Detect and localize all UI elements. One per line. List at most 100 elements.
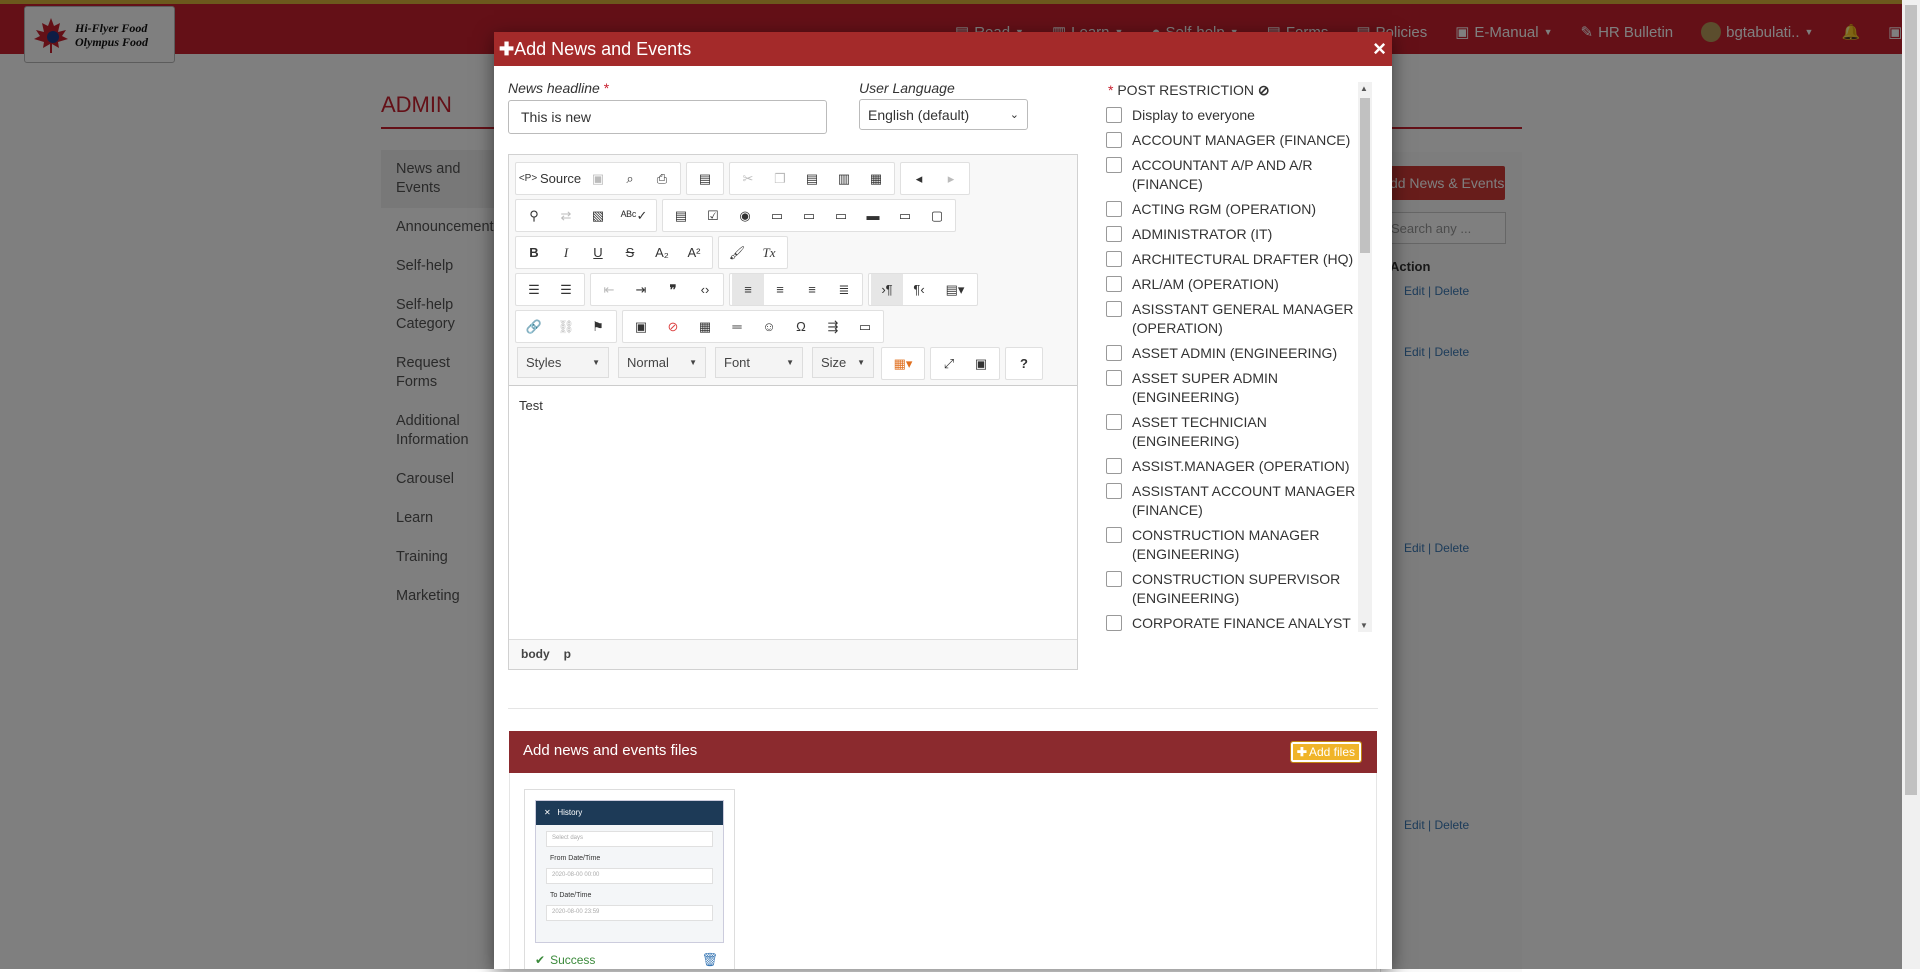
blockquote-icon[interactable]: ❞ [657,274,689,305]
paste-word-icon[interactable]: ▦ [860,163,892,194]
format-combo[interactable]: Normal ▼ [618,347,706,378]
font-combo[interactable]: Font ▼ [715,347,803,378]
restriction-scrollbar[interactable]: ▲ ▼ [1358,82,1372,632]
restriction-checkbox[interactable] [1106,251,1122,267]
headline-input[interactable]: This is new [508,100,827,134]
restriction-checkbox[interactable] [1106,527,1122,543]
templates-icon[interactable]: ▤ [689,163,721,194]
spellcheck-icon[interactable]: ᴬᴮᶜ✓ [614,200,654,231]
trash-icon[interactable]: 🗑 [701,952,718,968]
help-icon[interactable]: ? [1008,348,1040,379]
restriction-checkbox[interactable] [1106,483,1122,499]
copy-icon[interactable]: ❐ [764,163,796,194]
source-button[interactable]: <P> Source [518,163,582,194]
select-all-icon[interactable]: ▧ [582,200,614,231]
checkbox-icon[interactable]: ☑ [697,200,729,231]
paste-icon[interactable]: ▤ [796,163,828,194]
scroll-up-icon[interactable]: ▲ [1360,84,1368,93]
cut-icon[interactable]: ✂ [732,163,764,194]
unlink-icon[interactable]: ⛓ [550,311,582,342]
restriction-option[interactable]: ASSISTANT ACCOUNT MANAGER (FINANCE) [1106,478,1376,522]
image-button-icon[interactable]: ▭ [889,200,921,231]
radio-icon[interactable]: ◉ [729,200,761,231]
size-combo[interactable]: Size ▼ [812,347,874,378]
link-icon[interactable]: 🔗 [518,311,550,342]
special-char-icon[interactable]: Ω [785,311,817,342]
anchor-flag-icon[interactable]: ⚑ [582,311,614,342]
align-left-icon[interactable]: ≡ [732,274,764,305]
page-scroll-thumb[interactable] [1905,5,1917,795]
align-center-icon[interactable]: ≡ [764,274,796,305]
restriction-option[interactable]: ASSET SUPER ADMIN (ENGINEERING) [1106,365,1376,409]
image-icon[interactable]: ▣ [625,311,657,342]
restriction-checkbox[interactable] [1106,370,1122,386]
restriction-checkbox[interactable] [1106,276,1122,292]
preview-icon[interactable]: ⌕ [614,163,646,194]
align-right-icon[interactable]: ≡ [796,274,828,305]
page-break-icon[interactable]: ⇶ [817,311,849,342]
restriction-checkbox[interactable] [1106,414,1122,430]
flash-icon[interactable]: ⊘ [657,311,689,342]
restriction-option[interactable]: CONSTRUCTION MANAGER (ENGINEERING) [1106,522,1376,566]
paste-text-icon[interactable]: ▥ [828,163,860,194]
underline-icon[interactable]: U [582,237,614,268]
copy-format-icon[interactable]: 🖌 [721,237,753,268]
div-container-icon[interactable]: ‹› [689,274,721,305]
restriction-option[interactable]: ASSET ADMIN (ENGINEERING) [1106,340,1376,365]
restriction-checkbox[interactable] [1106,157,1122,173]
undo-icon[interactable]: ◂ [903,163,935,194]
restriction-option[interactable]: ASSIST.MANAGER (OPERATION) [1106,453,1376,478]
language-icon[interactable]: ▤▾ [935,274,975,305]
restriction-checkbox[interactable] [1106,345,1122,361]
redo-icon[interactable]: ▸ [935,163,967,194]
ltr-icon[interactable]: ›¶ [871,274,903,305]
hidden-field-icon[interactable]: ▢ [921,200,953,231]
path-p[interactable]: p [564,647,571,662]
replace-icon[interactable]: ⇄ [550,200,582,231]
button-field-icon[interactable]: ▬ [857,200,889,231]
superscript-icon[interactable]: A² [678,237,710,268]
find-icon[interactable]: ⚲ [518,200,550,231]
remove-format-icon[interactable]: Tx [753,237,785,268]
restriction-option[interactable]: ASISSTANT GENERAL MANAGER (OPERATION) [1106,296,1376,340]
styles-combo[interactable]: Styles ▼ [517,347,609,378]
horizontal-rule-icon[interactable]: ═ [721,311,753,342]
textfield-icon[interactable]: ▭ [761,200,793,231]
restriction-option[interactable]: ACCOUNTANT A/P AND A/R (FINANCE) [1106,152,1376,196]
maximize-icon[interactable]: ⤢ [933,348,965,379]
scroll-down-icon[interactable]: ▼ [1360,621,1368,630]
restriction-option[interactable]: ADMINISTRATOR (IT) [1106,221,1376,246]
text-color-icon[interactable]: ▦▾ [884,348,922,379]
restriction-checkbox[interactable] [1106,571,1122,587]
restriction-option[interactable]: ACCOUNT MANAGER (FINANCE) [1106,127,1376,152]
restriction-checkbox[interactable] [1106,615,1122,631]
save-icon[interactable]: ▣ [582,163,614,194]
restriction-option[interactable]: CORPORATE FINANCE ANALYST [1106,610,1376,635]
indent-icon[interactable]: ⇥ [625,274,657,305]
strike-icon[interactable]: S [614,237,646,268]
restriction-option[interactable]: ACTING RGM (OPERATION) [1106,196,1376,221]
iframe-icon[interactable]: ▭ [849,311,881,342]
restriction-checkbox[interactable] [1106,107,1122,123]
restriction-option[interactable]: ARCHITECTURAL DRAFTER (HQ) [1106,246,1376,271]
add-files-button[interactable]: ✚ Add files [1289,741,1363,763]
form-icon[interactable]: ▤ [665,200,697,231]
outdent-icon[interactable]: ⇤ [593,274,625,305]
restriction-scroll-thumb[interactable] [1360,98,1370,253]
print-icon[interactable]: ⎙ [646,163,678,194]
bulleted-list-icon[interactable]: ☰ [550,274,582,305]
show-blocks-icon[interactable]: ▣ [965,348,997,379]
restriction-option[interactable]: ASSET TECHNICIAN (ENGINEERING) [1106,409,1376,453]
page-scrollbar[interactable] [1902,0,1920,969]
justify-icon[interactable]: ≣ [828,274,860,305]
smiley-icon[interactable]: ☺ [753,311,785,342]
select-field-icon[interactable]: ▭ [825,200,857,231]
restriction-checkbox[interactable] [1106,201,1122,217]
restriction-option[interactable]: Display to everyone [1106,102,1376,127]
restriction-checkbox[interactable] [1106,132,1122,148]
language-select[interactable]: English (default) ⌄ [859,99,1028,130]
file-thumbnail[interactable]: ✕ History Select days From Date/Time 202… [535,800,724,943]
textarea-icon[interactable]: ▭ [793,200,825,231]
restriction-option[interactable]: ARL/AM (OPERATION) [1106,271,1376,296]
numbered-list-icon[interactable]: ☰ [518,274,550,305]
